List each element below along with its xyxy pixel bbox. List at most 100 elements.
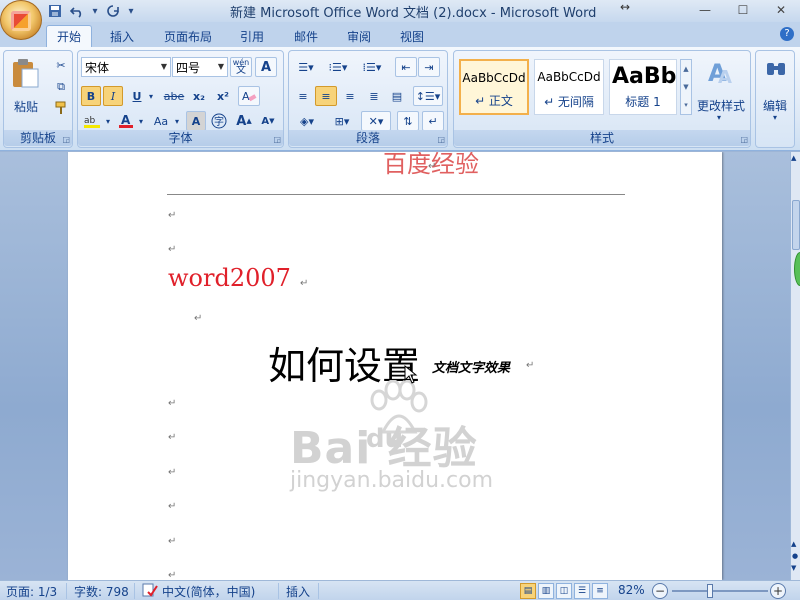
grow-font-button[interactable]: A ▲	[233, 111, 255, 131]
underline-dropdown-icon[interactable]: ▾	[146, 86, 156, 106]
subscript-button[interactable]: x₂	[188, 86, 210, 106]
chinese-layout-icon[interactable]: ✕▾	[361, 111, 391, 131]
svg-text:A: A	[718, 67, 732, 87]
vertical-scrollbar[interactable]: ▲ ▲ ● ▼	[790, 152, 800, 580]
page-count[interactable]: 页面: 1/3	[6, 583, 57, 600]
insert-mode[interactable]: 插入	[286, 583, 310, 600]
tab-insert[interactable]: 插入	[100, 25, 144, 47]
editing-button[interactable]: 编辑 ▾	[758, 55, 794, 125]
maximize-button[interactable]: ☐	[724, 0, 762, 20]
proofing-icon[interactable]	[142, 583, 158, 600]
minimize-button[interactable]: —	[686, 0, 724, 20]
zoom-in-icon[interactable]: +	[770, 583, 786, 599]
undo-icon[interactable]	[68, 2, 86, 20]
styles-scroll[interactable]: ▲ ▼ ▾	[680, 59, 692, 115]
full-screen-reading-view-icon[interactable]: ▥	[538, 583, 554, 599]
scrollbar-thumb[interactable]	[792, 200, 800, 250]
style-no-spacing[interactable]: AaBbCcDd ↵ 无间隔	[534, 59, 604, 115]
style-normal[interactable]: AaBbCcDd ↵ 正文	[459, 59, 529, 115]
decrease-indent-icon[interactable]: ⇤	[395, 57, 417, 77]
zoom-out-icon[interactable]: −	[652, 583, 668, 599]
tab-page-layout[interactable]: 页面布局	[152, 25, 224, 47]
underline-button[interactable]: U	[128, 86, 146, 106]
language-status[interactable]: 中文(简体，中国)	[162, 583, 255, 600]
align-right-icon[interactable]: ≡	[339, 86, 361, 106]
customize-qat-icon[interactable]: ▾	[126, 6, 136, 17]
help-icon[interactable]: ?	[780, 27, 794, 41]
zoom-slider-thumb[interactable]	[707, 584, 713, 598]
font-size-value: 四号	[176, 60, 201, 75]
paragraph-mark: ↵	[168, 570, 177, 580]
font-size-select[interactable]: 四号 ▼	[172, 57, 228, 77]
font-launcher-icon[interactable]: ◲	[273, 135, 281, 144]
char-shading-button[interactable]: A	[186, 111, 206, 131]
style-heading-1[interactable]: AaBb 标题 1	[609, 59, 677, 115]
font-color-dropdown-icon[interactable]: ▾	[136, 111, 146, 131]
highlight-icon[interactable]: ab	[81, 111, 103, 131]
borders-icon[interactable]: ⊞▾	[327, 111, 357, 131]
sort-icon[interactable]: ⇅	[397, 111, 419, 131]
office-button[interactable]	[0, 0, 42, 40]
align-left-icon[interactable]: ≡	[292, 86, 314, 106]
window-title: 新建 Microsoft Office Word 文档 (2).docx - M…	[230, 6, 597, 21]
shading-icon[interactable]: ◈▾	[292, 111, 322, 131]
multilevel-list-icon[interactable]: ⁞☰▾	[357, 57, 387, 77]
prev-page-icon[interactable]: ▲	[791, 540, 796, 548]
undo-dropdown-icon[interactable]: ▾	[90, 6, 100, 17]
paragraph-mark: ↵	[428, 161, 437, 172]
highlight-dropdown-icon[interactable]: ▾	[103, 111, 113, 131]
bold-button[interactable]: B	[81, 86, 101, 106]
line-spacing-icon[interactable]: ↕☰▾	[413, 86, 443, 106]
close-button[interactable]: ✕	[762, 0, 800, 20]
numbering-icon[interactable]: ⁝☰▾	[324, 57, 352, 77]
style-no-spacing-sample: AaBbCcDd	[537, 70, 601, 84]
paste-button[interactable]: 粘贴	[8, 55, 42, 115]
enclose-char-icon[interactable]: 字	[209, 111, 229, 131]
save-icon[interactable]	[46, 2, 64, 20]
clipboard-launcher-icon[interactable]: ◲	[62, 135, 70, 144]
tab-review[interactable]: 审阅	[337, 25, 381, 47]
font-name-select[interactable]: 宋体 ▼	[81, 57, 171, 77]
tab-view[interactable]: 视图	[390, 25, 434, 47]
change-styles-icon: A A	[708, 59, 732, 87]
shrink-font-button[interactable]: A ▼	[257, 111, 279, 131]
change-case-dropdown-icon[interactable]: ▾	[172, 111, 182, 131]
align-center-icon[interactable]: ≡	[315, 86, 337, 106]
tab-references[interactable]: 引用	[230, 25, 274, 47]
word-count[interactable]: 字数: 798	[74, 583, 129, 600]
format-painter-icon[interactable]	[52, 98, 70, 118]
redo-icon[interactable]	[104, 2, 122, 20]
increase-indent-icon[interactable]: ⇥	[418, 57, 440, 77]
title-bar: ▾ ▾ 新建 Microsoft Office Word 文档 (2).docx…	[0, 0, 800, 40]
draft-view-icon[interactable]: ≡	[592, 583, 608, 599]
superscript-button[interactable]: x²	[212, 86, 234, 106]
next-page-icon[interactable]: ▼	[791, 564, 796, 572]
char-border-button[interactable]: A	[255, 57, 277, 77]
show-marks-icon[interactable]: ↵	[422, 111, 444, 131]
phonetic-guide-button[interactable]: wén 文	[230, 57, 252, 77]
tab-mailings[interactable]: 邮件	[284, 25, 328, 47]
zoom-slider[interactable]	[672, 590, 768, 592]
strikethrough-button[interactable]: abe	[162, 86, 186, 106]
styles-launcher-icon[interactable]: ◲	[740, 135, 748, 144]
zoom-level[interactable]: 82%	[618, 583, 645, 597]
web-layout-view-icon[interactable]: ◫	[556, 583, 572, 599]
distributed-icon[interactable]: ▤	[386, 86, 408, 106]
tab-home[interactable]: 开始	[46, 25, 92, 47]
outline-view-icon[interactable]: ☰	[574, 583, 590, 599]
side-widget-icon[interactable]	[794, 252, 800, 286]
scroll-up-icon[interactable]: ▲	[791, 154, 796, 162]
italic-button[interactable]: I	[103, 86, 123, 106]
browse-object-icon[interactable]: ●	[792, 552, 798, 560]
bullets-icon[interactable]: ☰▾	[292, 57, 320, 77]
document-page[interactable]: 百度经验 ↵ ↵ ↵ word2007 ↵ ↵ 如何设置 文档文字效果 ↵ ↵ …	[68, 152, 722, 580]
change-styles-button[interactable]: A A 更改样式 ▾	[694, 55, 748, 125]
justify-icon[interactable]: ≣	[363, 86, 385, 106]
print-layout-view-icon[interactable]: ▤	[520, 583, 536, 599]
change-case-button[interactable]: Aa	[150, 111, 172, 131]
font-color-icon[interactable]: A	[116, 111, 136, 131]
paragraph-launcher-icon[interactable]: ◲	[437, 135, 445, 144]
copy-icon[interactable]: ⧉	[52, 77, 70, 97]
cut-icon[interactable]: ✂	[52, 55, 70, 75]
clear-formatting-icon[interactable]: A	[238, 86, 260, 106]
